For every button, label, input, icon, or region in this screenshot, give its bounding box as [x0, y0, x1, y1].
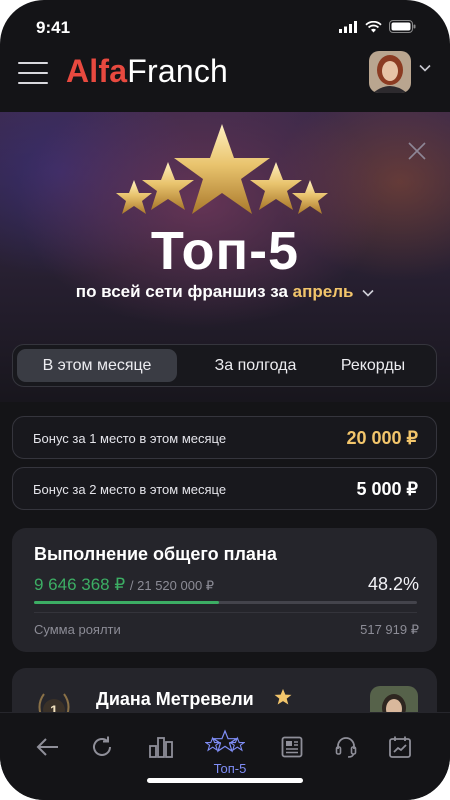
- hero-title: Топ-5: [150, 221, 300, 281]
- stars-icon[interactable]: [205, 721, 245, 761]
- refresh-icon[interactable]: [82, 727, 122, 767]
- period-tabs: В этом месяце За полгода Рекорды: [12, 344, 437, 387]
- tab-half-year[interactable]: За полгода: [193, 349, 318, 382]
- star-icon: [274, 688, 292, 705]
- royalty-label: Сумма роялти: [34, 622, 121, 637]
- tab-records[interactable]: Рекорды: [323, 349, 423, 382]
- divider: [34, 612, 417, 613]
- hero-subtitle: по всей сети франшиз за апрель: [0, 282, 450, 302]
- star-icon: [292, 180, 328, 214]
- leader-name: Диана Метревели: [96, 689, 254, 709]
- plan-progress-bar: [34, 601, 417, 604]
- plan-title: Выполнение общего плана: [34, 544, 277, 564]
- plan-done-value: 9 646 368 ₽: [34, 575, 126, 594]
- bonus-value: 5 000 ₽: [356, 479, 419, 499]
- royalty-value: 517 919 ₽: [360, 622, 419, 637]
- app-logo: AlfaFranch: [66, 53, 228, 90]
- status-bar: 9:41: [0, 0, 450, 48]
- bonus-second-place: Бонус за 2 место в этом месяце 5 000 ₽: [12, 467, 437, 510]
- plan-card: Выполнение общего плана 9 646 368 ₽ / 21…: [12, 528, 437, 652]
- support-icon[interactable]: [326, 727, 366, 767]
- bonus-value: 20 000 ₽: [346, 428, 418, 448]
- tab-this-month[interactable]: В этом месяце: [17, 349, 177, 382]
- bottom-nav: Топ-5: [0, 712, 450, 800]
- plan-done: 9 646 368 ₽ / 21 520 000 ₽: [34, 575, 214, 595]
- logo-part-alfa: Alfa: [66, 53, 128, 89]
- bonus-label: Бонус за 2 место в этом месяце: [33, 482, 227, 497]
- battery-icon: [389, 20, 416, 33]
- back-icon[interactable]: [28, 727, 68, 767]
- bonus-label: Бонус за 1 место в этом месяце: [33, 431, 227, 446]
- calendar-chart-icon[interactable]: [380, 727, 420, 767]
- news-icon[interactable]: [272, 727, 312, 767]
- wifi-icon: [365, 20, 382, 32]
- stars-decoration: [116, 124, 328, 214]
- chevron-down-icon[interactable]: [419, 64, 431, 72]
- app-header: AlfaFranch: [0, 48, 450, 112]
- signal-icon: [339, 20, 357, 33]
- close-icon[interactable]: [408, 142, 426, 160]
- hero-subtitle-prefix: по всей сети франшиз за: [75, 282, 293, 301]
- nav-label-top5[interactable]: Топ-5: [195, 761, 265, 776]
- star-icon: [142, 162, 194, 210]
- user-avatar[interactable]: [369, 51, 411, 93]
- phone-screen: 9:41 AlfaFranch Топ-5 по всей сети франш…: [0, 0, 450, 800]
- plan-percent: 48.2%: [367, 574, 419, 594]
- month-selector[interactable]: апрель: [293, 282, 354, 301]
- chevron-down-icon[interactable]: [362, 289, 374, 297]
- star-icon: [250, 162, 302, 210]
- bonus-first-place: Бонус за 1 место в этом месяце 20 000 ₽: [12, 416, 437, 459]
- status-icons: [339, 20, 416, 33]
- star-icon: [174, 124, 270, 214]
- plan-total-value: / 21 520 000 ₽: [129, 578, 215, 593]
- star-icon: [116, 180, 152, 214]
- plan-progress-fill: [34, 601, 219, 604]
- status-time: 9:41: [36, 18, 71, 37]
- menu-icon[interactable]: [18, 62, 48, 84]
- home-indicator: [147, 778, 303, 783]
- chart-bars-icon[interactable]: [141, 727, 181, 767]
- logo-part-franch: Franch: [127, 53, 229, 89]
